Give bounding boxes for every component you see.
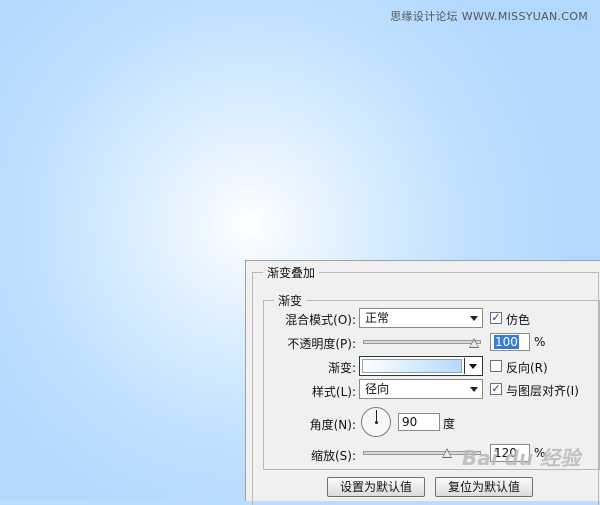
scale-slider-thumb[interactable] bbox=[442, 448, 452, 458]
blend-mode-label: 混合模式(O): bbox=[285, 313, 356, 327]
opacity-label: 不透明度(P): bbox=[287, 337, 356, 351]
angle-label: 角度(N): bbox=[309, 418, 356, 432]
group-title: 渐变 bbox=[274, 292, 307, 309]
opacity-input[interactable]: 100 bbox=[490, 333, 530, 351]
angle-input[interactable]: 90 bbox=[398, 413, 440, 431]
gradient-dropdown-button[interactable] bbox=[464, 358, 481, 374]
align-layer-checkbox[interactable]: ✓ bbox=[490, 383, 502, 395]
opacity-slider-thumb[interactable] bbox=[469, 338, 479, 348]
angle-unit: 度 bbox=[443, 417, 456, 431]
dither-checkbox[interactable]: ✓ bbox=[490, 312, 502, 324]
angle-dial-center bbox=[375, 421, 378, 424]
scale-label: 缩放(S): bbox=[310, 449, 356, 463]
chevron-down-icon bbox=[470, 316, 478, 321]
align-layer-label: 与图层对齐(I) bbox=[506, 384, 579, 398]
reverse-checkbox[interactable] bbox=[490, 360, 502, 372]
site-watermark: 思缘设计论坛 WWW.MISSYUAN.COM bbox=[390, 10, 588, 23]
gradient-swatch[interactable] bbox=[362, 359, 462, 373]
angle-value: 90 bbox=[402, 415, 418, 429]
reset-default-button[interactable]: 复位为默认值 bbox=[435, 477, 533, 497]
gradient-label: 渐变: bbox=[327, 361, 356, 375]
chevron-down-icon bbox=[470, 387, 478, 392]
opacity-slider-track[interactable] bbox=[363, 340, 481, 344]
section-title: 渐变叠加 bbox=[263, 264, 320, 281]
make-default-button[interactable]: 设置为默认值 bbox=[327, 477, 425, 497]
opacity-unit: % bbox=[534, 335, 546, 349]
style-label: 样式(L): bbox=[311, 385, 356, 399]
blend-mode-value: 正常 bbox=[365, 311, 390, 325]
style-value: 径向 bbox=[365, 382, 390, 396]
opacity-value: 100 bbox=[494, 335, 519, 349]
dither-label: 仿色 bbox=[506, 313, 531, 327]
angle-dial[interactable] bbox=[361, 407, 391, 437]
baidu-watermark: Bai du 经验 bbox=[462, 446, 581, 470]
reverse-label: 反向(R) bbox=[506, 361, 548, 375]
blend-mode-select[interactable]: 正常 bbox=[359, 308, 483, 328]
gradient-picker[interactable] bbox=[359, 356, 483, 376]
style-select[interactable]: 径向 bbox=[359, 379, 483, 399]
